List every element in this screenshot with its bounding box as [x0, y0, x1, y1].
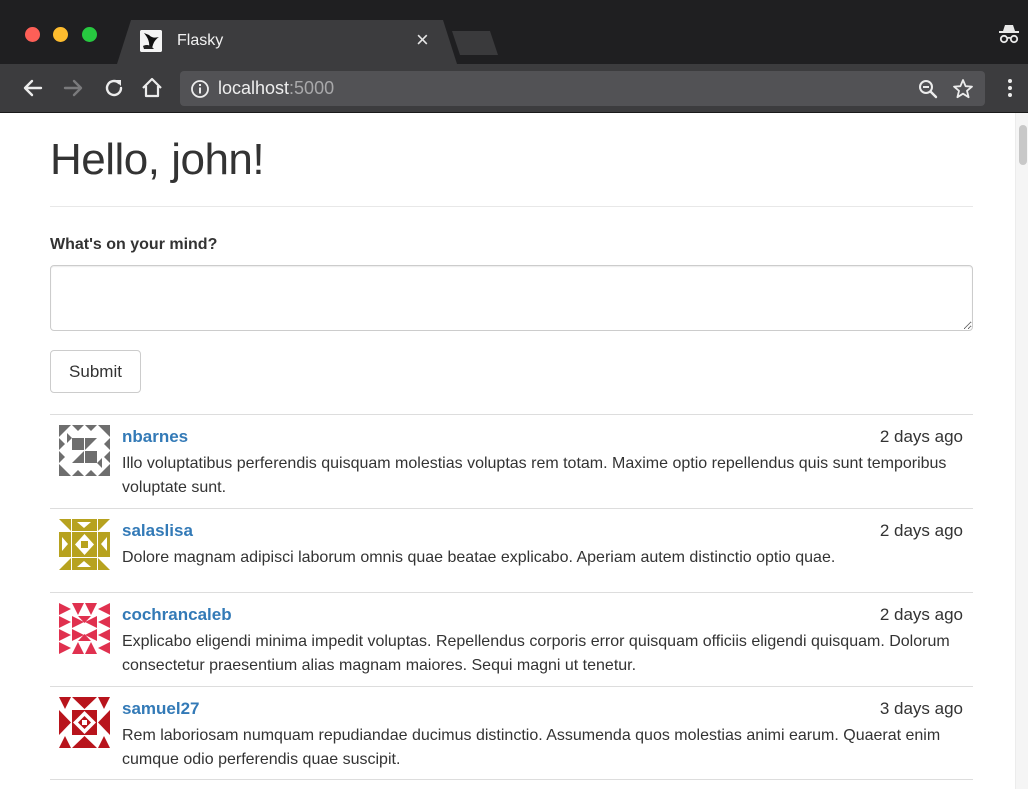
browser-window: Flasky × localhost:5000 Hello, john! Wha… [0, 0, 1028, 789]
post-author-link[interactable]: nbarnes [122, 427, 188, 447]
post-item: samuel27 3 days ago Rem laboriosam numqu… [50, 686, 973, 780]
zoom-window-button[interactable] [82, 27, 97, 42]
post-date: 2 days ago [879, 605, 963, 624]
zoom-icon[interactable] [917, 78, 939, 100]
reload-icon[interactable] [102, 76, 126, 100]
scrollbar-thumb[interactable] [1019, 125, 1027, 165]
url-host: localhost [218, 78, 290, 98]
post-body-textarea[interactable] [50, 265, 973, 331]
url-text: localhost:5000 [218, 78, 334, 99]
post-author-link[interactable]: cochrancaleb [122, 605, 232, 625]
post-author-link[interactable]: salaslisa [122, 521, 193, 541]
header-divider [50, 206, 973, 207]
address-bar[interactable]: localhost:5000 [180, 71, 985, 106]
url-port: :5000 [289, 78, 335, 98]
back-arrow-icon[interactable] [21, 76, 45, 100]
post-item: cochrancaleb 2 days ago Explicabo eligen… [50, 592, 973, 686]
bookmark-star-icon[interactable] [951, 77, 975, 101]
post-date: 2 days ago [879, 521, 963, 540]
browser-toolbar: localhost:5000 [0, 64, 1028, 113]
avatar[interactable] [59, 425, 110, 476]
browser-menu-icon[interactable] [1002, 76, 1018, 100]
post-author-link[interactable]: samuel27 [122, 699, 200, 719]
tab-strip: Flasky × [0, 0, 1028, 64]
post-item: salaslisa 2 days ago Dolore magnam adipi… [50, 508, 973, 592]
post-form-label: What's on your mind? [50, 236, 218, 253]
close-window-button[interactable] [25, 27, 40, 42]
new-tab-button[interactable] [452, 31, 498, 55]
post-date: 3 days ago [879, 699, 963, 718]
post-date: 2 days ago [879, 427, 963, 446]
minimize-window-button[interactable] [53, 27, 68, 42]
submit-button[interactable]: Submit [50, 350, 141, 393]
home-icon[interactable] [140, 76, 164, 100]
avatar[interactable] [59, 603, 110, 654]
forward-arrow-icon[interactable] [61, 76, 85, 100]
post-body: Dolore magnam adipisci laborum omnis qua… [122, 549, 836, 566]
info-icon[interactable] [190, 79, 210, 99]
page-title: Hello, john! [50, 135, 265, 184]
tab-title: Flasky [177, 32, 224, 49]
tab-close-icon[interactable]: × [416, 29, 429, 51]
avatar[interactable] [59, 519, 110, 570]
vertical-scrollbar[interactable] [1015, 113, 1028, 789]
post-body: Illo voluptatibus perferendis quisquam m… [122, 455, 947, 496]
tab-flasky[interactable]: Flasky × [117, 20, 457, 64]
post-body: Rem laboriosam numquam repudiandae ducim… [122, 727, 941, 768]
page-viewport: Hello, john! What's on your mind? Submit [0, 113, 1028, 789]
post-body: Explicabo eligendi minima impedit volupt… [122, 633, 950, 674]
incognito-icon [996, 21, 1022, 47]
flask-favicon-icon [140, 30, 162, 52]
post-list: nbarnes 2 days ago Illo voluptatibus per… [50, 414, 973, 780]
avatar[interactable] [59, 697, 110, 748]
post-item: nbarnes 2 days ago Illo voluptatibus per… [50, 414, 973, 508]
